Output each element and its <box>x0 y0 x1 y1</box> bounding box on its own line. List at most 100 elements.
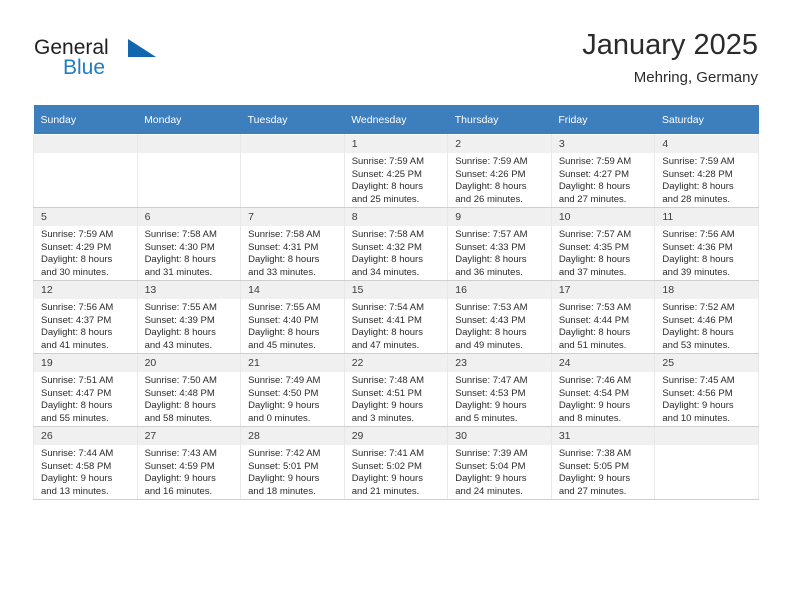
sunset-text: Sunset: 4:31 PM <box>248 241 319 253</box>
day-details: Sunrise: 7:59 AM Sunset: 4:26 PM Dayligh… <box>448 153 551 206</box>
calendar-day-cell[interactable]: 4 Sunrise: 7:59 AM Sunset: 4:28 PM Dayli… <box>654 134 759 208</box>
calendar-day-cell[interactable]: 25 Sunrise: 7:45 AM Sunset: 4:56 PM Dayl… <box>654 353 759 427</box>
day-cell-content: 13 Sunrise: 7:55 AM Sunset: 4:39 PM Dayl… <box>137 281 241 353</box>
calendar-day-cell[interactable]: 3 Sunrise: 7:59 AM Sunset: 4:27 PM Dayli… <box>550 134 656 208</box>
calendar-day-cell[interactable]: 16 Sunrise: 7:53 AM Sunset: 4:43 PM Dayl… <box>447 280 552 354</box>
calendar-day-cell[interactable]: 17 Sunrise: 7:53 AM Sunset: 4:44 PM Dayl… <box>550 280 656 354</box>
day-number: 27 <box>137 427 241 445</box>
calendar-day-cell[interactable]: 1 Sunrise: 7:59 AM Sunset: 4:25 PM Dayli… <box>343 134 449 208</box>
calendar-week-row: 26 Sunrise: 7:44 AM Sunset: 4:58 PM Dayl… <box>33 426 759 500</box>
sunrise-text: Sunrise: 7:53 AM <box>558 302 632 313</box>
day-number: 4 <box>655 135 758 153</box>
daylight-text-line2: and 49 minutes. <box>455 339 523 351</box>
sunrise-text: Sunrise: 7:48 AM <box>351 375 425 386</box>
sunset-text: Sunset: 4:47 PM <box>41 387 112 399</box>
sunset-text: Sunset: 4:59 PM <box>144 460 215 472</box>
day-cell-content: 8 Sunrise: 7:58 AM Sunset: 4:32 PM Dayli… <box>344 208 448 280</box>
calendar-day-cell[interactable]: 26 Sunrise: 7:44 AM Sunset: 4:58 PM Dayl… <box>33 426 138 500</box>
daylight-text-line1: Daylight: 8 hours <box>144 400 216 412</box>
sunrise-text: Sunrise: 7:52 AM <box>662 302 735 313</box>
day-details: Sunrise: 7:56 AM Sunset: 4:36 PM Dayligh… <box>655 226 758 279</box>
day-details: Sunrise: 7:42 AM Sunset: 5:01 PM Dayligh… <box>241 445 344 498</box>
sunset-text: Sunset: 4:54 PM <box>558 387 630 399</box>
calendar-day-cell[interactable]: 15 Sunrise: 7:54 AM Sunset: 4:41 PM Dayl… <box>343 280 449 354</box>
calendar-day-cell[interactable] <box>33 134 138 208</box>
calendar-day-cell[interactable]: 13 Sunrise: 7:55 AM Sunset: 4:39 PM Dayl… <box>136 280 242 354</box>
daylight-text-line1: Daylight: 9 hours <box>351 400 423 412</box>
calendar-week-row: 1 Sunrise: 7:59 AM Sunset: 4:25 PM Dayli… <box>33 134 759 208</box>
sunrise-text: Sunrise: 7:56 AM <box>41 302 114 313</box>
sunset-text: Sunset: 4:28 PM <box>662 168 733 180</box>
day-number: 16 <box>448 281 551 299</box>
day-details: Sunrise: 7:53 AM Sunset: 4:43 PM Dayligh… <box>448 299 551 352</box>
daylight-text-line1: Daylight: 8 hours <box>558 327 631 339</box>
calendar-day-cell[interactable]: 30 Sunrise: 7:39 AM Sunset: 5:04 PM Dayl… <box>447 426 552 500</box>
calendar-day-cell[interactable]: 14 Sunrise: 7:55 AM Sunset: 4:40 PM Dayl… <box>240 280 345 354</box>
calendar-day-cell[interactable]: 2 Sunrise: 7:59 AM Sunset: 4:26 PM Dayli… <box>447 134 552 208</box>
general-blue-logo[interactable]: General Blue <box>34 36 164 88</box>
sunset-text: Sunset: 4:48 PM <box>144 387 215 399</box>
sunset-text: Sunset: 4:26 PM <box>455 168 526 180</box>
day-details: Sunrise: 7:55 AM Sunset: 4:40 PM Dayligh… <box>241 299 344 352</box>
calendar-day-cell[interactable]: 10 Sunrise: 7:57 AM Sunset: 4:35 PM Dayl… <box>550 207 656 281</box>
calendar-day-cell[interactable]: 28 Sunrise: 7:42 AM Sunset: 5:01 PM Dayl… <box>240 426 345 500</box>
sunrise-text: Sunrise: 7:59 AM <box>41 229 114 240</box>
day-number: 26 <box>34 427 137 445</box>
page-subtitle: Mehring, Germany <box>633 69 758 86</box>
sunrise-text: Sunrise: 7:55 AM <box>144 302 217 313</box>
day-cell-content: 1 Sunrise: 7:59 AM Sunset: 4:25 PM Dayli… <box>344 135 448 207</box>
daylight-text-line1: Daylight: 8 hours <box>662 254 734 266</box>
calendar-day-cell[interactable]: 8 Sunrise: 7:58 AM Sunset: 4:32 PM Dayli… <box>343 207 449 281</box>
day-cell-content: 7 Sunrise: 7:58 AM Sunset: 4:31 PM Dayli… <box>241 208 344 280</box>
day-cell-content: 29 Sunrise: 7:41 AM Sunset: 5:02 PM Dayl… <box>344 427 448 499</box>
calendar-day-cell[interactable]: 31 Sunrise: 7:38 AM Sunset: 5:05 PM Dayl… <box>550 426 656 500</box>
day-number: 23 <box>448 354 551 372</box>
day-cell-content: 6 Sunrise: 7:58 AM Sunset: 4:30 PM Dayli… <box>137 208 241 280</box>
daylight-text-line2: and 51 minutes. <box>558 339 627 351</box>
calendar-day-cell[interactable] <box>654 426 759 500</box>
sunrise-text: Sunrise: 7:47 AM <box>455 375 528 386</box>
weekday-header-thursday: Thursday <box>447 105 552 135</box>
weekday-header-sunday: Sunday <box>33 105 138 135</box>
day-cell-content: 22 Sunrise: 7:48 AM Sunset: 4:51 PM Dayl… <box>344 354 448 426</box>
day-details: Sunrise: 7:57 AM Sunset: 4:35 PM Dayligh… <box>552 226 655 279</box>
calendar-day-cell[interactable] <box>240 134 345 208</box>
daylight-text-line2: and 8 minutes. <box>558 412 622 424</box>
day-number <box>137 135 241 153</box>
page-title: January 2025 <box>582 29 758 61</box>
calendar-day-cell[interactable]: 20 Sunrise: 7:50 AM Sunset: 4:48 PM Dayl… <box>136 353 242 427</box>
daylight-text-line1: Daylight: 9 hours <box>455 400 527 412</box>
day-number: 21 <box>241 354 344 372</box>
calendar-day-cell[interactable]: 19 Sunrise: 7:51 AM Sunset: 4:47 PM Dayl… <box>33 353 138 427</box>
calendar-day-cell[interactable]: 11 Sunrise: 7:56 AM Sunset: 4:36 PM Dayl… <box>654 207 759 281</box>
daylight-text-line2: and 28 minutes. <box>662 193 730 205</box>
sunrise-text: Sunrise: 7:54 AM <box>351 302 425 313</box>
calendar-week-row: 19 Sunrise: 7:51 AM Sunset: 4:47 PM Dayl… <box>33 353 759 427</box>
sunrise-text: Sunrise: 7:45 AM <box>662 375 735 386</box>
weekday-header-tuesday: Tuesday <box>240 105 345 135</box>
calendar-day-cell[interactable]: 18 Sunrise: 7:52 AM Sunset: 4:46 PM Dayl… <box>654 280 759 354</box>
calendar-day-cell[interactable]: 22 Sunrise: 7:48 AM Sunset: 4:51 PM Dayl… <box>343 353 449 427</box>
calendar-day-cell[interactable]: 24 Sunrise: 7:46 AM Sunset: 4:54 PM Dayl… <box>550 353 656 427</box>
calendar-day-cell[interactable]: 9 Sunrise: 7:57 AM Sunset: 4:33 PM Dayli… <box>447 207 552 281</box>
sunrise-text: Sunrise: 7:57 AM <box>455 229 528 240</box>
calendar-day-cell[interactable]: 7 Sunrise: 7:58 AM Sunset: 4:31 PM Dayli… <box>240 207 345 281</box>
sunrise-text: Sunrise: 7:55 AM <box>248 302 321 313</box>
calendar-day-cell[interactable] <box>136 134 242 208</box>
calendar-day-cell[interactable]: 21 Sunrise: 7:49 AM Sunset: 4:50 PM Dayl… <box>240 353 345 427</box>
calendar-day-cell[interactable]: 23 Sunrise: 7:47 AM Sunset: 4:53 PM Dayl… <box>447 353 552 427</box>
page-header: General Blue January 2025 Mehring, Germa… <box>34 28 758 96</box>
day-number: 10 <box>551 208 655 226</box>
day-details: Sunrise: 7:50 AM Sunset: 4:48 PM Dayligh… <box>138 372 241 425</box>
daylight-text-line1: Daylight: 8 hours <box>662 181 734 193</box>
daylight-text-line2: and 30 minutes. <box>41 266 109 278</box>
day-details: Sunrise: 7:49 AM Sunset: 4:50 PM Dayligh… <box>241 372 344 425</box>
calendar-day-cell[interactable]: 5 Sunrise: 7:59 AM Sunset: 4:29 PM Dayli… <box>33 207 138 281</box>
calendar-day-cell[interactable]: 6 Sunrise: 7:58 AM Sunset: 4:30 PM Dayli… <box>136 207 242 281</box>
calendar-day-cell[interactable]: 12 Sunrise: 7:56 AM Sunset: 4:37 PM Dayl… <box>33 280 138 354</box>
calendar-day-cell[interactable]: 27 Sunrise: 7:43 AM Sunset: 4:59 PM Dayl… <box>136 426 242 500</box>
day-number: 13 <box>137 281 241 299</box>
daylight-text-line2: and 31 minutes. <box>144 266 213 278</box>
day-number: 12 <box>34 281 137 299</box>
calendar-day-cell[interactable]: 29 Sunrise: 7:41 AM Sunset: 5:02 PM Dayl… <box>343 426 449 500</box>
